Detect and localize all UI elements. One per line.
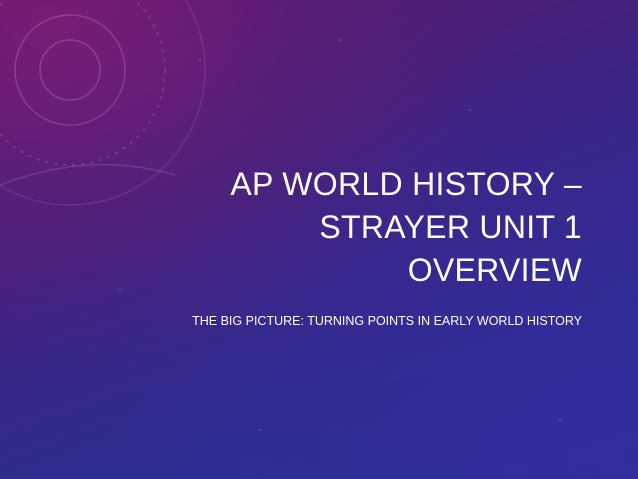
title-line-2: STRAYER UNIT 1 — [319, 209, 582, 245]
title-line-3: OVERVIEW — [407, 252, 582, 288]
title-slide: AP WORLD HISTORY – STRAYER UNIT 1 OVERVI… — [0, 0, 638, 479]
title-line-1: AP WORLD HISTORY – — [230, 166, 582, 202]
slide-subtitle: THE BIG PICTURE: TURNING POINTS IN EARLY… — [192, 314, 582, 328]
slide-title: AP WORLD HISTORY – STRAYER UNIT 1 OVERVI… — [182, 163, 582, 292]
